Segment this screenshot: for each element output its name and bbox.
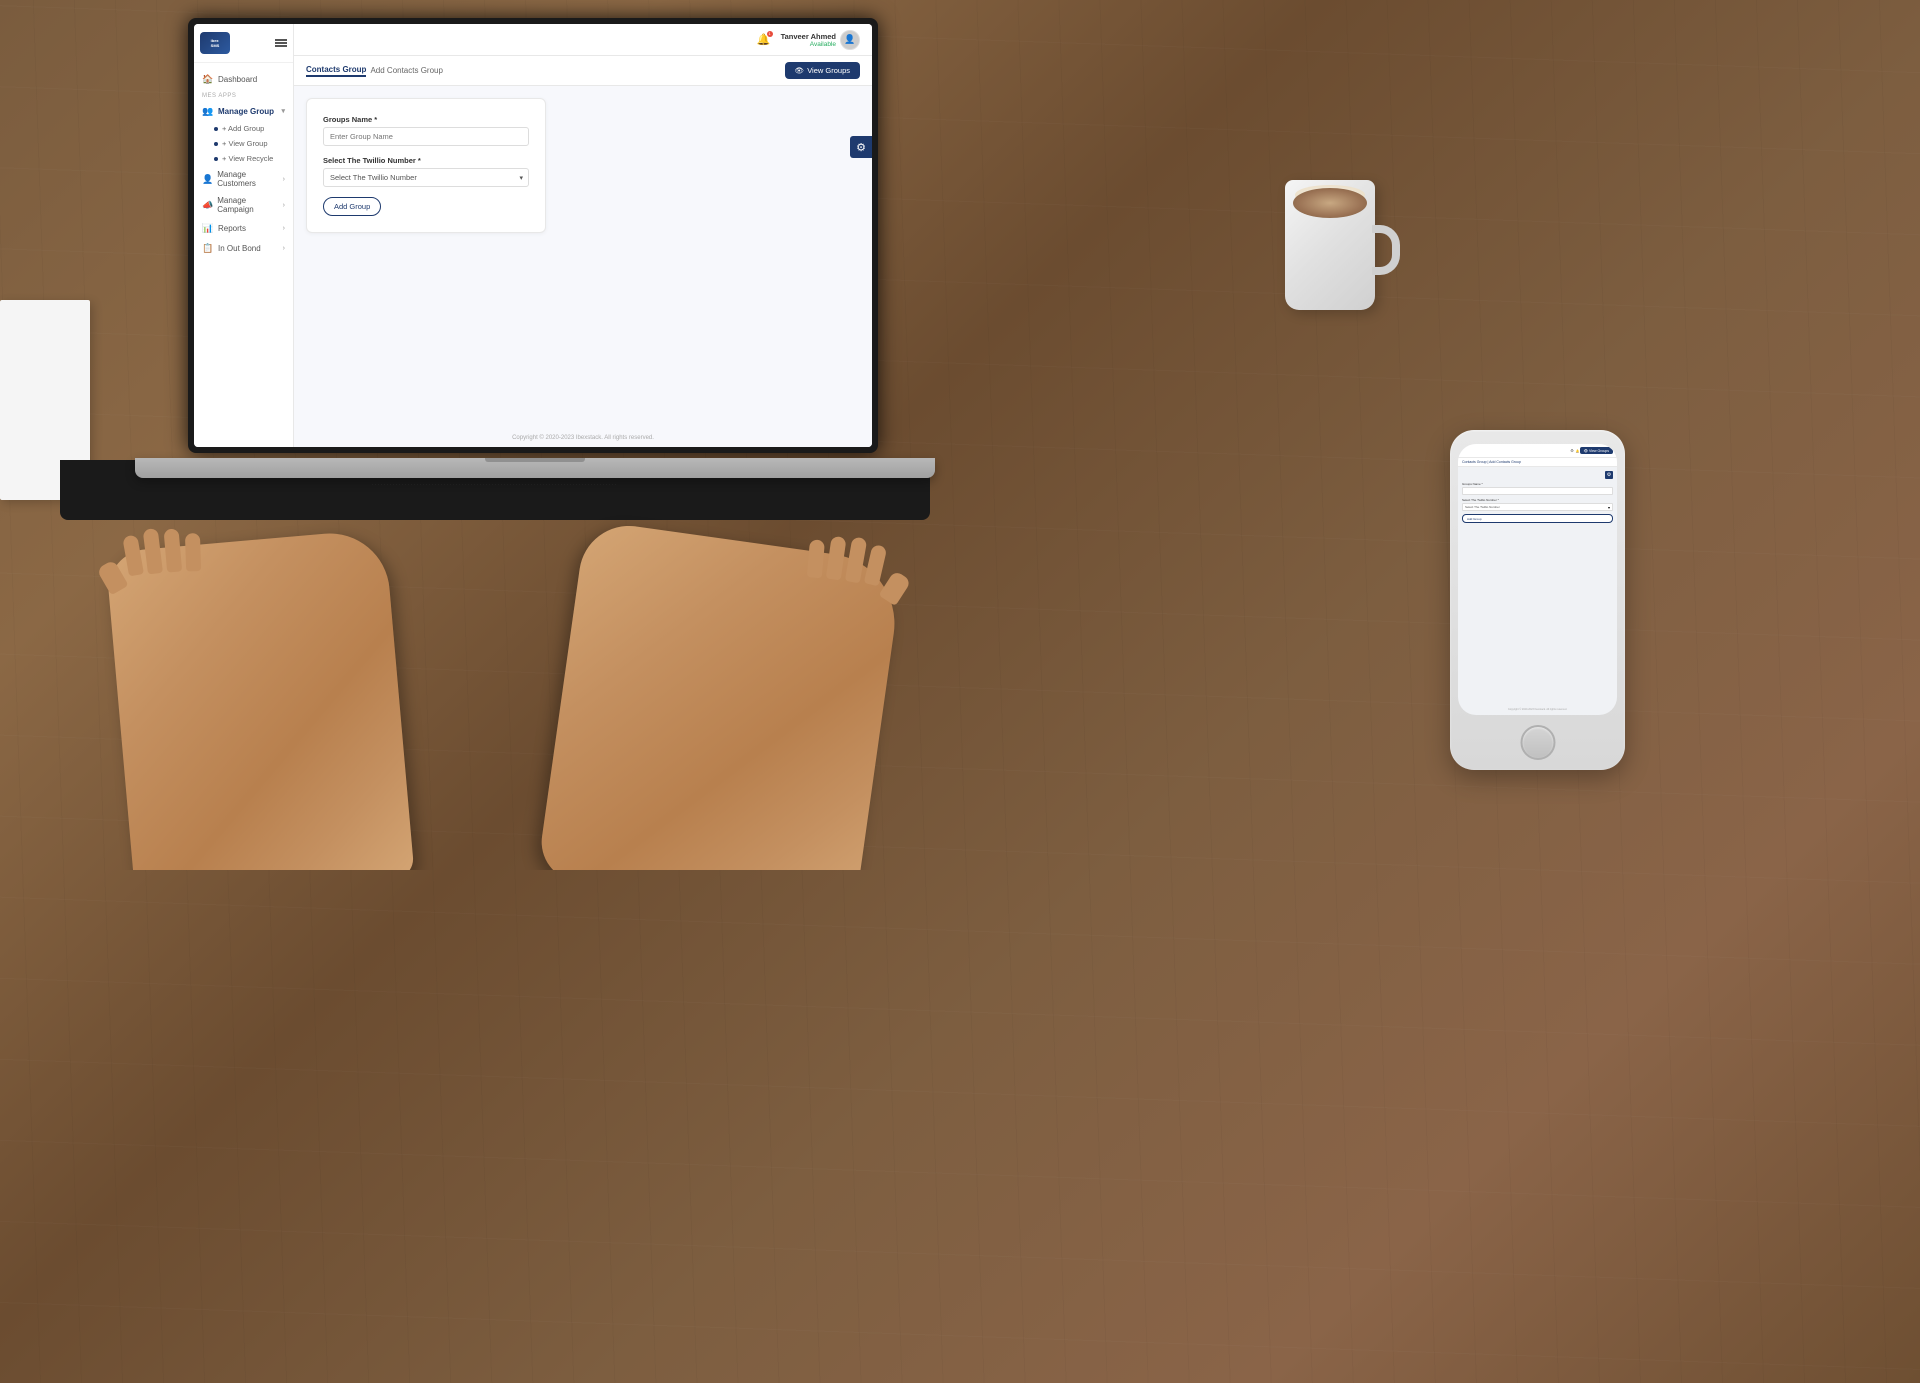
chevron-down-icon: ▾	[281, 107, 285, 115]
sidebar-item-manage-campaign[interactable]: 📣 Manage Campaign ›	[194, 192, 293, 218]
user-info: Tanveer Ahmed Available 👤	[781, 30, 860, 50]
sidebar-in-out-bond-label: In Out Bond	[218, 244, 261, 253]
mug-body	[1285, 180, 1375, 310]
sidebar-item-add-group[interactable]: + Add Group	[194, 121, 293, 136]
avatar-icon: 👤	[844, 34, 855, 45]
laptop-screen: ibexSMS 🏠 Dashboard MES APPS	[194, 24, 872, 447]
notification-icon[interactable]: 🔔 1	[755, 31, 773, 49]
home-icon: 🏠	[202, 73, 214, 85]
phone-twilio-label: Select The Twillio Number *	[1462, 498, 1613, 502]
sidebar-item-manage-group[interactable]: 👥 Manage Group ▾	[194, 101, 293, 121]
right-hand	[537, 519, 904, 870]
groups-name-label: Groups Name *	[323, 115, 529, 124]
phone-gear-icon: ⚙	[1605, 471, 1613, 479]
logo-box: ibexSMS	[200, 32, 230, 54]
phone-form: ⚙ Groups Name * Select The Twillio Numbe…	[1458, 467, 1617, 527]
sidebar-manage-customers-label: Manage Customers	[217, 170, 278, 188]
notification-badge: 1	[767, 31, 773, 37]
chevron-right-icon-2: ›	[283, 202, 285, 209]
laptop: ibexSMS 🏠 Dashboard MES APPS	[60, 0, 930, 870]
breadcrumb-contacts-group[interactable]: Contacts Group	[306, 65, 366, 77]
phone-twilio-select: Select The Twillio Number ▾	[1462, 503, 1613, 511]
groups-name-input[interactable]	[323, 127, 529, 146]
phone-body: ⚙ 🔔 👁 View Groups Contacts Group | Add C…	[1450, 430, 1625, 770]
sidebar-reports-label: Reports	[218, 224, 246, 233]
twilio-number-select[interactable]: Select The Twillio Number	[323, 168, 529, 187]
sidebar-manage-group-label: Manage Group	[218, 107, 274, 116]
groups-name-form-group: Groups Name *	[323, 115, 529, 146]
sidebar-view-recycle-label: + View Recycle	[222, 154, 273, 163]
sidebar-item-in-out-bond[interactable]: 📋 In Out Bond ›	[194, 238, 293, 258]
reports-icon: 📊	[202, 222, 214, 234]
phone-top-bar: ⚙ 🔔 👁 View Groups	[1458, 444, 1617, 458]
sidebar-manage-campaign-label: Manage Campaign	[217, 196, 278, 214]
page-header: Contacts Group Add Contacts Group 👁 View…	[294, 56, 872, 86]
phone-breadcrumb: Contacts Group | Add Contacts Group	[1462, 460, 1521, 464]
user-text: Tanveer Ahmed Available	[781, 32, 836, 48]
phone-add-group-button: Add Group	[1462, 514, 1613, 523]
form-card: Groups Name * Select The Twillio Number …	[306, 98, 546, 233]
left-hand	[105, 528, 414, 870]
hamburger-menu[interactable]	[275, 39, 287, 47]
sidebar-add-group-label: + Add Group	[222, 124, 264, 133]
phone-groups-name-input	[1462, 487, 1613, 495]
phone-twilio-placeholder: Select The Twillio Number	[1465, 505, 1500, 509]
phone-groups-name-label: Groups Name *	[1462, 482, 1613, 486]
phone-screen-content: ⚙ 🔔 👁 View Groups Contacts Group | Add C…	[1458, 444, 1617, 715]
chevron-right-icon: ›	[283, 176, 285, 183]
sidebar-item-view-recycle[interactable]: + View Recycle	[194, 151, 293, 166]
chevron-right-icon-4: ›	[283, 245, 285, 252]
phone-copyright-text: Copyright © 2020-2023 Ibexstack. All rig…	[1508, 708, 1567, 711]
submenu-dot	[214, 127, 218, 131]
sidebar-view-group-label: + View Group	[222, 139, 268, 148]
user-name: Tanveer Ahmed	[781, 32, 836, 41]
settings-gear-button[interactable]: ⚙	[850, 136, 872, 158]
sidebar-menu: 🏠 Dashboard MES APPS 👥 Manage Group ▾	[194, 63, 293, 447]
top-nav: 🔔 1 Tanveer Ahmed Available 👤	[294, 24, 872, 56]
sidebar-logo: ibexSMS	[194, 24, 293, 63]
main-content: 🔔 1 Tanveer Ahmed Available 👤	[294, 24, 872, 447]
manage-group-icon: 👥	[202, 105, 214, 117]
phone-view-groups-label: View Groups	[1589, 449, 1609, 453]
mug-handle	[1372, 225, 1400, 275]
twilio-number-form-group: Select The Twillio Number * Select The T…	[323, 156, 529, 187]
avatar: 👤	[840, 30, 860, 50]
coffee-mug	[1270, 140, 1400, 310]
sidebar-item-manage-customers[interactable]: 👤 Manage Customers ›	[194, 166, 293, 192]
in-out-bond-icon: 📋	[202, 242, 214, 254]
phone-select-arrow-icon: ▾	[1608, 505, 1610, 510]
sidebar-dashboard-label: Dashboard	[218, 75, 257, 84]
phone-footer: Copyright © 2020-2023 Ibexstack. All rig…	[1458, 708, 1617, 711]
submenu-dot-2	[214, 142, 218, 146]
laptop-screen-frame: ibexSMS 🏠 Dashboard MES APPS	[188, 18, 878, 453]
sidebar: ibexSMS 🏠 Dashboard MES APPS	[194, 24, 294, 447]
phone-screen: ⚙ 🔔 👁 View Groups Contacts Group | Add C…	[1458, 444, 1617, 715]
twilio-number-label: Select The Twillio Number *	[323, 156, 529, 165]
twilio-select-wrapper: Select The Twillio Number ▾	[323, 168, 529, 187]
mug-liquid	[1293, 188, 1367, 218]
customers-icon: 👤	[202, 173, 213, 185]
sidebar-item-view-group[interactable]: + View Group	[194, 136, 293, 151]
app-wrapper: ibexSMS 🏠 Dashboard MES APPS	[194, 24, 872, 447]
user-status: Available	[781, 41, 836, 48]
eye-icon: 👁	[795, 66, 805, 75]
breadcrumb: Contacts Group Add Contacts Group	[306, 65, 443, 77]
breadcrumb-add-contacts-group[interactable]: Add Contacts Group	[370, 66, 442, 75]
hands-area	[60, 420, 930, 870]
logo-text: ibexSMS	[211, 38, 220, 48]
sidebar-item-dashboard[interactable]: 🏠 Dashboard	[194, 69, 293, 89]
page-content: ⚙ Groups Name * Select The Twillio Numbe…	[294, 86, 872, 429]
campaign-icon: 📣	[202, 199, 213, 211]
sidebar-item-reports[interactable]: 📊 Reports ›	[194, 218, 293, 238]
phone-home-button	[1520, 725, 1555, 760]
phone-page-header: Contacts Group | Add Contacts Group	[1458, 458, 1617, 467]
add-group-button[interactable]: Add Group	[323, 197, 381, 216]
view-groups-button[interactable]: 👁 View Groups	[785, 62, 860, 79]
phone-view-groups-button: 👁 View Groups	[1580, 447, 1613, 454]
phone: ⚙ 🔔 👁 View Groups Contacts Group | Add C…	[1450, 430, 1625, 770]
submenu-dot-3	[214, 157, 218, 161]
sidebar-section-label: MES APPS	[194, 89, 293, 101]
chevron-right-icon-3: ›	[283, 225, 285, 232]
